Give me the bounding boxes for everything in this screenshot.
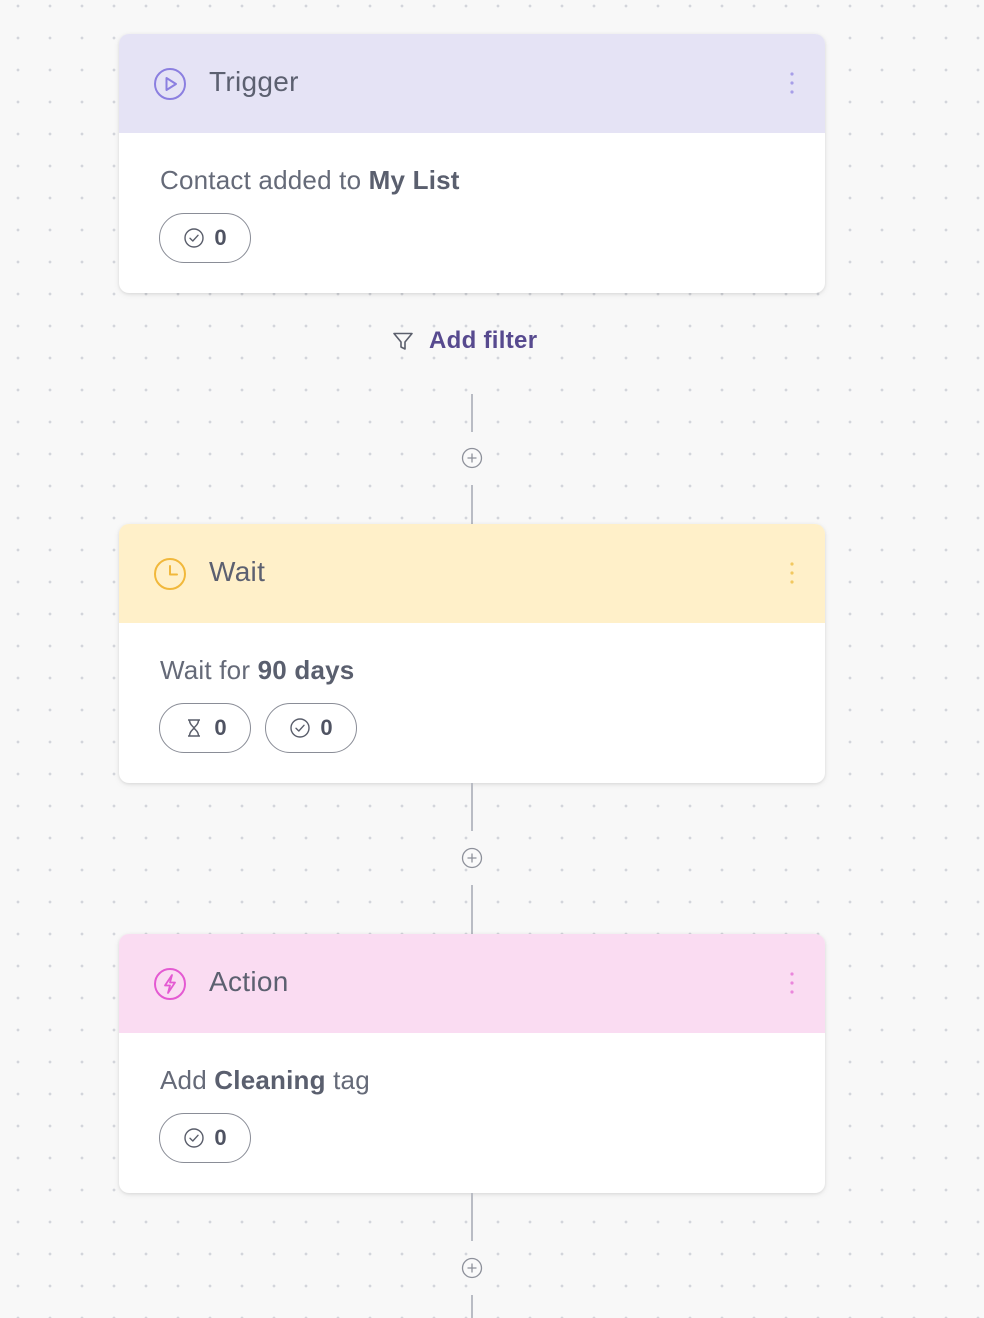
wait-body: Wait for 90 days 0 0 [119, 623, 825, 783]
lightning-circle-icon [154, 968, 186, 1000]
wait-description: Wait for 90 days [160, 655, 354, 686]
action-stats: 0 [159, 1113, 251, 1163]
check-circle-icon [290, 718, 311, 738]
trigger-text-prefix: Contact added to [160, 165, 369, 195]
connector-line [471, 485, 473, 525]
wait-waiting-pill[interactable]: 0 [159, 703, 251, 753]
add-step-plus-icon[interactable] [461, 847, 483, 869]
action-more-menu-icon[interactable] [787, 970, 797, 996]
filter-icon [393, 332, 413, 350]
action-text-prefix: Add [160, 1065, 215, 1095]
connector-line [471, 1295, 473, 1318]
wait-card[interactable]: Wait Wait for 90 days 0 0 [119, 524, 825, 783]
play-circle-icon [154, 68, 186, 100]
action-completed-count: 0 [214, 1125, 227, 1150]
connector-line [471, 885, 473, 935]
trigger-stats: 0 [159, 213, 251, 263]
wait-completed-pill[interactable]: 0 [265, 703, 357, 753]
add-filter-label: Add filter [429, 327, 538, 354]
trigger-list-name: My List [368, 165, 460, 195]
add-step-plus-icon[interactable] [461, 447, 483, 469]
hourglass-icon [188, 719, 201, 737]
action-description: Add Cleaning tag [160, 1065, 370, 1096]
check-circle-icon [184, 1128, 205, 1148]
wait-waiting-count: 0 [214, 715, 227, 740]
wait-stats: 0 0 [159, 703, 357, 753]
action-completed-pill[interactable]: 0 [159, 1113, 251, 1163]
connector-line [471, 783, 473, 831]
wait-text-prefix: Wait for [160, 655, 258, 685]
wait-duration: 90 days [257, 655, 355, 685]
trigger-body: Contact added to My List 0 [119, 133, 825, 293]
add-step-plus-icon[interactable] [461, 1257, 483, 1279]
wait-header: Wait [119, 524, 825, 623]
wait-title: Wait [209, 556, 266, 587]
trigger-completed-pill[interactable]: 0 [159, 213, 251, 263]
connector-line [471, 1193, 473, 1241]
action-text-suffix: tag [325, 1065, 370, 1095]
trigger-description: Contact added to My List [160, 165, 460, 196]
action-header: Action [119, 934, 825, 1033]
trigger-title: Trigger [209, 66, 299, 97]
action-tag-name: Cleaning [214, 1065, 326, 1095]
wait-more-menu-icon[interactable] [787, 560, 797, 586]
add-filter-button[interactable]: Add filter [391, 327, 537, 355]
check-circle-icon [184, 228, 205, 248]
action-body: Add Cleaning tag 0 [119, 1033, 825, 1193]
action-title: Action [209, 966, 289, 997]
connector-line [471, 394, 473, 432]
trigger-header: Trigger [119, 34, 825, 133]
trigger-more-menu-icon[interactable] [787, 70, 797, 96]
wait-completed-count: 0 [320, 715, 333, 740]
trigger-card[interactable]: Trigger Contact added to My List 0 [119, 34, 825, 293]
trigger-completed-count: 0 [214, 225, 227, 250]
action-card[interactable]: Action Add Cleaning tag 0 [119, 934, 825, 1193]
clock-icon [154, 558, 186, 590]
